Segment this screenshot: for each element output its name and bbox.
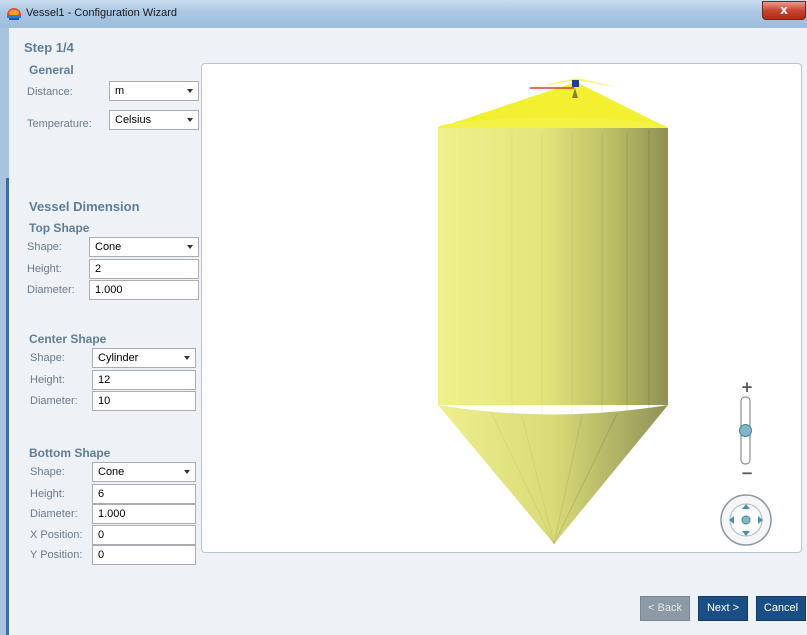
top-diameter-input[interactable]: 1.000	[89, 280, 199, 300]
close-button[interactable]: x	[762, 1, 806, 20]
center-height-input[interactable]: 12	[92, 370, 196, 390]
center-shape-value: Cylinder	[98, 352, 139, 364]
distance-select[interactable]: m	[109, 81, 199, 101]
window-title: Vessel1 - Configuration Wizard	[26, 7, 178, 19]
top-height-label: Height:	[27, 263, 62, 275]
top-shape-value: Cone	[95, 241, 122, 253]
chevron-down-icon	[184, 356, 190, 360]
bottom-shape-label: Shape:	[30, 466, 65, 478]
top-diameter-label: Diameter:	[27, 284, 75, 296]
temperature-label: Temperature:	[27, 118, 92, 130]
cancel-button[interactable]: Cancel	[756, 596, 806, 621]
window-left-border	[0, 28, 9, 635]
chevron-down-icon	[184, 470, 190, 474]
chevron-down-icon	[187, 89, 193, 93]
bottom-shape-select[interactable]: Cone	[92, 462, 196, 482]
chevron-down-icon	[187, 118, 193, 122]
top-height-input[interactable]: 2	[89, 259, 199, 279]
pan-control[interactable]	[720, 494, 772, 546]
bottom-shape-value: Cone	[98, 466, 125, 478]
step-indicator: Step 1/4	[24, 40, 74, 55]
center-shape-select[interactable]: Cylinder	[92, 348, 196, 368]
bottom-ypos-label: Y Position:	[30, 549, 83, 561]
zoom-in-icon[interactable]: +	[741, 378, 754, 396]
vessel-dimension-heading: Vessel Dimension	[29, 199, 140, 214]
distance-label: Distance:	[27, 86, 73, 98]
temperature-value: Celsius	[115, 114, 152, 126]
next-button[interactable]: Next >	[698, 596, 748, 621]
bottom-ypos-input[interactable]: 0	[92, 545, 196, 565]
top-shape-select[interactable]: Cone	[89, 237, 199, 257]
center-shape-heading: Center Shape	[29, 332, 107, 346]
sensor-marker-icon	[572, 80, 579, 87]
center-diameter-input[interactable]: 10	[92, 391, 196, 411]
center-diameter-label: Diameter:	[30, 395, 78, 407]
vessel-3d-viewport[interactable]: + −	[201, 63, 802, 553]
bottom-height-input[interactable]: 6	[92, 484, 196, 504]
zoom-slider-knob[interactable]	[739, 424, 752, 437]
bottom-height-label: Height:	[30, 488, 65, 500]
pan-center-icon[interactable]	[741, 515, 751, 525]
bottom-shape-heading: Bottom Shape	[29, 446, 111, 460]
bottom-xpos-label: X Position:	[30, 529, 83, 541]
temperature-select[interactable]: Celsius	[109, 110, 199, 130]
bottom-xpos-input[interactable]: 0	[92, 525, 196, 545]
bottom-cone	[438, 405, 668, 545]
general-heading: General	[29, 63, 74, 77]
vessel-model: + −	[438, 78, 772, 546]
center-height-label: Height:	[30, 374, 65, 386]
title-bar: Vessel1 - Configuration Wizard x	[0, 0, 807, 28]
top-shape-heading: Top Shape	[29, 221, 90, 235]
distance-value: m	[115, 85, 125, 97]
chevron-down-icon	[187, 245, 193, 249]
back-button[interactable]: < Back	[640, 596, 690, 621]
zoom-out-icon[interactable]: −	[741, 464, 754, 482]
center-shape-label: Shape:	[30, 352, 65, 364]
top-shape-label: Shape:	[27, 241, 62, 253]
vessel-app-icon	[7, 8, 21, 20]
center-cylinder	[438, 128, 668, 414]
bottom-diameter-input[interactable]: 1.000	[92, 504, 196, 524]
zoom-control[interactable]: + −	[739, 378, 754, 482]
bottom-diameter-label: Diameter:	[30, 508, 78, 520]
